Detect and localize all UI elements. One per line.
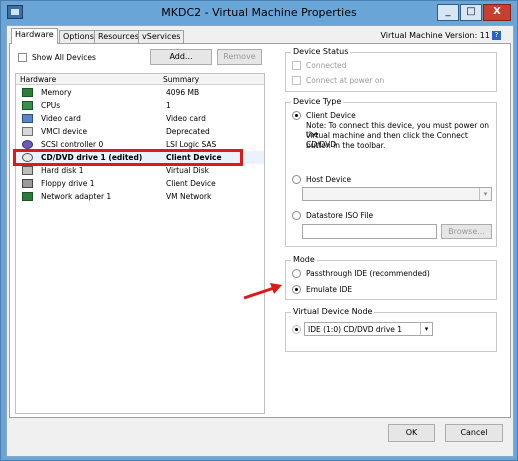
tab-resources[interactable]: Resources — [94, 30, 143, 44]
table-row[interactable]: Network adapter 1 VM Network — [16, 190, 264, 203]
dialog-client-area: Hardware Options Resources vServices Vir… — [6, 25, 514, 457]
arrow-annotation-icon — [243, 283, 282, 300]
ok-button[interactable]: OK — [388, 424, 435, 442]
remove-button[interactable]: Remove — [217, 49, 262, 65]
floppy-icon — [22, 179, 33, 188]
memory-icon — [22, 88, 33, 97]
add-button[interactable]: Add... — [150, 49, 212, 65]
hardware-summary: LSI Logic SAS — [166, 140, 217, 149]
hardware-name: Memory — [41, 88, 72, 97]
maximize-button[interactable]: □ — [460, 4, 482, 21]
column-summary[interactable]: Summary — [163, 75, 199, 84]
hardware-name: Video card — [41, 114, 81, 123]
hardware-name: CPUs — [41, 101, 61, 110]
show-all-devices-checkbox[interactable] — [18, 53, 27, 62]
client-device-radio[interactable] — [292, 111, 301, 120]
emulate-ide-radio[interactable] — [292, 285, 301, 294]
connected-label: Connected — [306, 61, 347, 70]
tab-vservices[interactable]: vServices — [138, 30, 185, 44]
hardware-summary: VM Network — [166, 192, 212, 201]
highlight-annotation — [13, 149, 243, 166]
virtual-device-node-title: Virtual Device Node — [291, 307, 375, 316]
hardware-summary: Video card — [166, 114, 206, 123]
network-adapter-icon — [22, 192, 33, 201]
hardware-name: SCSI controller 0 — [41, 140, 104, 149]
vm-properties-window: MKDC2 - Virtual Machine Properties _ □ X… — [0, 0, 518, 461]
emulate-ide-label: Emulate IDE — [306, 285, 353, 294]
browse-button[interactable]: Browse... — [441, 224, 492, 239]
scsi-controller-icon — [22, 140, 33, 149]
host-device-radio[interactable] — [292, 175, 301, 184]
cpu-icon — [22, 101, 33, 110]
help-icon[interactable]: ? — [492, 31, 501, 40]
hardware-list-header: Hardware Summary — [16, 74, 264, 85]
hardware-name: Floppy drive 1 — [41, 179, 95, 188]
tab-hardware[interactable]: Hardware — [11, 28, 58, 44]
hardware-list: Hardware Summary Memory 4096 MB CPUs 1 V… — [15, 73, 265, 414]
minimize-button[interactable]: _ — [437, 4, 459, 21]
hardware-summary: Client Device — [166, 179, 216, 188]
table-row[interactable]: Floppy drive 1 Client Device — [16, 177, 264, 190]
device-type-group: Device Type Client Device Note: To conne… — [285, 97, 497, 247]
client-device-note-line-3: button in the toolbar. — [306, 141, 386, 150]
column-hardware[interactable]: Hardware — [20, 75, 56, 84]
mode-group: Mode Passthrough IDE (recommended) Emula… — [285, 255, 497, 300]
chevron-down-icon: ▾ — [479, 188, 491, 200]
connected-checkbox[interactable] — [292, 61, 301, 70]
hard-disk-icon — [22, 166, 33, 175]
hardware-tab-panel: Show All Devices Add... Remove Hardware … — [9, 43, 511, 418]
datastore-iso-radio[interactable] — [292, 211, 301, 220]
device-node-radio — [292, 325, 301, 334]
vmci-device-icon — [22, 127, 33, 136]
show-all-devices-label: Show All Devices — [32, 53, 96, 62]
hardware-summary: 1 — [166, 101, 171, 110]
datastore-iso-label: Datastore ISO File — [306, 211, 374, 220]
hardware-summary: 4096 MB — [166, 88, 200, 97]
datastore-iso-path-input[interactable] — [302, 224, 437, 239]
tab-options[interactable]: Options — [59, 30, 98, 44]
device-node-value: IDE (1:0) CD/DVD drive 1 — [308, 325, 403, 334]
connect-at-power-on-label: Connect at power on — [306, 76, 385, 85]
passthrough-ide-radio[interactable] — [292, 269, 301, 278]
passthrough-ide-label: Passthrough IDE (recommended) — [306, 269, 430, 278]
client-device-label: Client Device — [306, 111, 356, 120]
table-row[interactable]: CPUs 1 — [16, 99, 264, 112]
device-node-select[interactable]: IDE (1:0) CD/DVD drive 1 ▾ — [304, 322, 433, 336]
device-status-title: Device Status — [291, 47, 351, 56]
host-device-select[interactable]: ▾ — [302, 187, 492, 201]
hardware-name: Hard disk 1 — [41, 166, 84, 175]
table-row[interactable]: Video card Video card — [16, 112, 264, 125]
hardware-name: VMCI device — [41, 127, 88, 136]
vm-version-label: Virtual Machine Version: 11? — [380, 31, 501, 40]
vm-version-text: Virtual Machine Version: 11 — [380, 31, 490, 40]
cancel-button[interactable]: Cancel — [445, 424, 503, 442]
mode-title: Mode — [291, 255, 317, 264]
title-bar[interactable]: MKDC2 - Virtual Machine Properties _ □ X — [1, 1, 517, 25]
virtual-device-node-group: Virtual Device Node IDE (1:0) CD/DVD dri… — [285, 307, 497, 352]
video-card-icon — [22, 114, 33, 123]
table-row[interactable]: VMCI device Deprecated — [16, 125, 264, 138]
close-button[interactable]: X — [483, 4, 511, 21]
hardware-summary: Virtual Disk — [166, 166, 210, 175]
hardware-summary: Deprecated — [166, 127, 210, 136]
host-device-label: Host Device — [306, 175, 352, 184]
table-row[interactable]: Memory 4096 MB — [16, 86, 264, 99]
device-status-group: Device Status Connected Connect at power… — [285, 47, 497, 92]
chevron-down-icon: ▾ — [420, 323, 432, 335]
hardware-name: Network adapter 1 — [41, 192, 112, 201]
connect-at-power-on-checkbox[interactable] — [292, 76, 301, 85]
device-type-title: Device Type — [291, 97, 344, 106]
